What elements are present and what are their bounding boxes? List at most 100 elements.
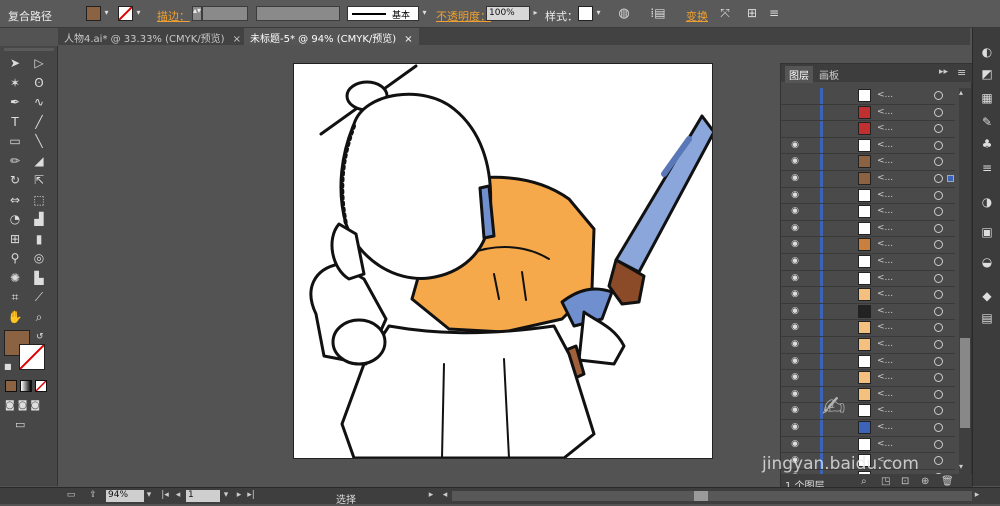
selection-arrow-icon[interactable]: ➤ [5,54,25,72]
eraser-icon[interactable]: ◢ [29,152,49,170]
flip-icon[interactable]: ⤧ [717,6,733,22]
visibility-eye-icon[interactable]: ◉ [789,356,801,368]
selection-indicator[interactable] [947,175,954,182]
target-circle-icon[interactable] [934,174,943,183]
next-artboard-icon[interactable]: ▸ [234,490,244,502]
visibility-eye-icon[interactable]: ◉ [789,322,801,334]
layer-row[interactable]: ◉ <... [781,204,955,221]
visibility-eye-icon[interactable]: ◉ [789,405,801,417]
layer-row[interactable]: ◉ <... [781,303,955,321]
visibility-eye-icon[interactable]: ◉ [789,389,801,401]
layer-name[interactable]: <... [877,306,893,316]
new-sublayer-icon[interactable]: ⊡ [901,476,909,487]
prev-artboard-icon[interactable]: ◂ [173,490,183,502]
artboard[interactable] [293,63,716,460]
target-circle-icon[interactable] [934,273,943,283]
layer-row[interactable]: ◉ <... [781,320,955,337]
first-artboard-icon[interactable]: |◂ [160,490,170,502]
brush-definition-dropdown[interactable]: 基本 [347,6,419,21]
layer-name[interactable]: <... [877,422,893,432]
appearance-icon[interactable]: ◑ [979,194,995,210]
tab-layers[interactable]: 图层 [785,66,813,83]
collapse-panel-icon[interactable]: ▸▸ [939,67,948,77]
visibility-eye-icon[interactable]: ◉ [789,439,801,451]
brush-dropdown-icon[interactable]: ▾ [420,6,429,20]
eyedropper-icon[interactable]: ⚲ [5,249,25,267]
target-circle-icon[interactable] [934,406,943,416]
zoom-input[interactable]: 94% [106,490,144,502]
paintbrush-icon[interactable]: ╲ [29,132,49,150]
layer-name[interactable]: <... [877,206,893,216]
transform-link[interactable]: 变换 [686,8,708,24]
swap-fill-stroke-icon[interactable]: ↺ [36,332,44,342]
layer-row[interactable]: ◉ <... [781,287,955,304]
drawing-mode-icon[interactable]: ◙◙◙ [5,400,51,414]
scroll-up-icon[interactable]: ▴ [959,88,963,97]
lasso-icon[interactable]: ʘ [29,74,49,92]
target-circle-icon[interactable] [934,124,943,134]
scroll-thumb[interactable] [960,338,970,428]
layer-name[interactable]: <... [877,190,893,200]
target-circle-icon[interactable] [934,423,943,432]
layer-name[interactable]: <... [877,339,893,349]
stroke-weight-field[interactable] [202,6,248,21]
visibility-eye-icon[interactable] [789,90,801,102]
recolor-artwork-icon[interactable]: ◍ [616,6,632,22]
layer-name[interactable]: <... [877,256,893,266]
zoom-dropdown-icon[interactable]: ▾ [144,490,154,502]
layer-row[interactable]: ◉ <... [781,137,955,155]
visibility-eye-icon[interactable]: ◉ [789,140,801,152]
visibility-eye-icon[interactable]: ◉ [789,173,801,185]
target-circle-icon[interactable] [934,456,943,466]
stroke-swatch[interactable] [118,6,133,21]
visibility-eye-icon[interactable]: ◉ [789,306,801,318]
target-circle-icon[interactable] [934,91,943,100]
layer-row[interactable]: ◉ <... [781,370,955,387]
target-circle-icon[interactable] [934,373,943,383]
screen-mode-icon[interactable]: ▭ [15,418,35,432]
stroke-weight-stepper[interactable]: ▴▾ [192,6,202,21]
scroll-left-icon[interactable]: ◂ [440,490,450,502]
slice-icon[interactable]: ⟋ [29,288,49,306]
close-icon[interactable]: × [404,34,412,45]
graphic-styles-icon[interactable]: ▣ [979,224,995,240]
target-circle-icon[interactable] [934,356,943,366]
target-circle-icon[interactable] [934,240,943,250]
fill-swatch[interactable] [86,6,101,21]
target-circle-icon[interactable] [934,190,943,200]
default-colors-icon[interactable]: ■ [4,362,12,371]
shape-builder-icon[interactable]: ◔ [5,210,25,228]
layer-name[interactable]: <... [877,156,893,166]
style-dropdown-icon[interactable]: ▾ [594,6,603,20]
artboard-number-input[interactable]: 1 [186,490,220,502]
delete-layer-icon[interactable]: 🗑 [941,476,954,487]
pen-icon[interactable]: ✒ [5,93,25,111]
none-mode-icon[interactable] [35,380,47,392]
status-icon[interactable]: ▭ [64,490,78,502]
panel-menu-icon[interactable]: ≡ [957,66,966,79]
width-icon[interactable]: ⇔ [5,191,25,209]
stroke-dropdown-icon[interactable]: ▾ [134,6,143,20]
isolate-icon[interactable]: ⊞ [744,6,760,22]
rotate-icon[interactable]: ↻ [5,171,25,189]
symbol-sprayer-icon[interactable]: ✺ [5,269,25,287]
tab-document-1[interactable]: 人物4.ai* @ 33.33% (CMYK/预览) × [58,28,247,45]
rectangle-icon[interactable]: ▭ [5,132,25,150]
target-circle-icon[interactable] [934,223,943,233]
layer-row[interactable]: <... [781,88,955,105]
fill-dropdown-icon[interactable]: ▾ [102,6,111,20]
visibility-eye-icon[interactable]: ◉ [789,156,801,168]
target-circle-icon[interactable] [934,207,943,217]
visibility-eye-icon[interactable]: ◉ [789,372,801,384]
layer-row[interactable]: ◉ <... [781,254,955,271]
layer-name[interactable]: <... [877,289,893,299]
layer-name[interactable]: <... [877,322,893,332]
new-layer-icon[interactable]: ⊕ [921,476,929,487]
target-circle-icon[interactable] [934,306,943,316]
align-icon[interactable]: ⁞▤ [650,6,666,22]
share-icon[interactable]: ⇪ [86,490,100,502]
layer-name[interactable]: <... [877,223,893,233]
hand-icon[interactable]: ✋ [5,308,25,326]
panel-menu-icon[interactable]: ≡ [766,6,782,22]
gradient-mode-icon[interactable] [20,380,32,392]
